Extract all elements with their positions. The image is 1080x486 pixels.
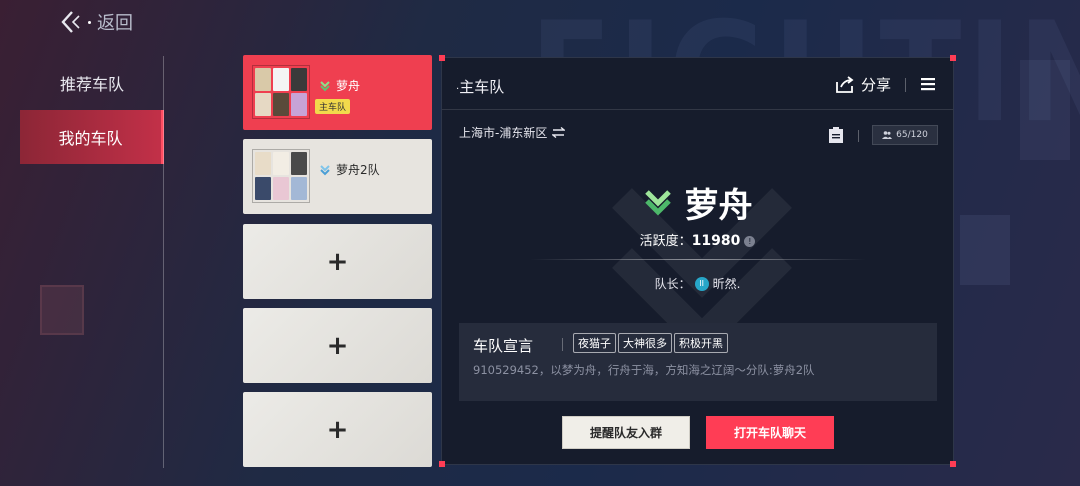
location-selector[interactable]: 上海市-浦东新区 [459, 124, 566, 141]
panel-title-text: 主车队 [459, 78, 505, 96]
corner-marker [439, 461, 445, 467]
team-declaration: 车队宣言 夜猫子 大神很多 积极开黑 910529452，以梦为舟，行舟于海，方… [459, 323, 937, 401]
avatar [255, 68, 271, 91]
tag-list: 夜猫子 大神很多 积极开黑 [573, 333, 728, 353]
team-detail-panel: ·主车队 分享 上海市-浦东新区 65/120 萝舟 活跃度：11980 ! 队… [439, 55, 956, 467]
sidebar-divider [163, 56, 164, 468]
team-slot-name: 萝舟2队 [319, 161, 380, 178]
panel-header: ·主车队 分享 [442, 58, 953, 110]
team-slot-secondary[interactable]: 萝舟2队 [243, 139, 432, 214]
share-icon [836, 75, 854, 93]
team-slot-label: 萝舟 [336, 79, 361, 93]
avatar [291, 93, 307, 116]
avatar [273, 93, 289, 116]
team-avatar-grid [252, 149, 310, 203]
back-label: 返回 [97, 13, 133, 34]
background-frame [1020, 60, 1070, 160]
activity-value: 11980 [691, 233, 741, 249]
declaration-separator [562, 338, 563, 351]
menu-icon[interactable] [921, 77, 935, 91]
corner-marker [950, 461, 956, 467]
back-arrow-icon [61, 11, 80, 33]
tag: 大神很多 [618, 333, 672, 353]
avatar [273, 68, 289, 91]
captain-name[interactable]: 昕然. [713, 275, 741, 292]
avatar [291, 152, 307, 175]
avatar [255, 177, 271, 200]
sidebar-nav: 推荐车队 我的车队 [20, 56, 164, 164]
header-separator [858, 130, 859, 142]
tag: 夜猫子 [573, 333, 616, 353]
team-slot-label: 萝舟2队 [336, 163, 380, 177]
nav-item-recommended[interactable]: 推荐车队 [20, 56, 164, 110]
add-team-slot[interactable]: + [243, 392, 432, 467]
member-count: 65/120 [896, 130, 928, 140]
avatar [291, 177, 307, 200]
background-frame [960, 215, 1010, 285]
swap-icon [552, 127, 566, 138]
avatar [273, 152, 289, 175]
open-team-chat-button[interactable]: 打开车队聊天 [706, 416, 834, 449]
info-icon[interactable]: ! [744, 236, 756, 247]
team-slot-main[interactable]: 萝舟 主车队 [243, 55, 432, 130]
back-button[interactable]: 返回 [58, 8, 133, 36]
rank-chevron-icon [644, 189, 671, 216]
activity-row: 活跃度：11980! [442, 230, 953, 249]
section-divider [530, 259, 866, 260]
add-team-slot[interactable]: + [243, 308, 432, 383]
clipboard-icon[interactable] [828, 126, 844, 144]
rank-chevron-icon [320, 164, 330, 175]
plus-icon: + [326, 330, 349, 361]
captain-avatar-icon: II [694, 276, 709, 291]
main-team-badge: 主车队 [315, 99, 351, 114]
member-count-badge[interactable]: 65/120 [872, 125, 938, 145]
captain-label: 队长： [654, 277, 691, 291]
panel-title: ·主车队 [456, 76, 504, 97]
rank-chevron-icon [320, 80, 330, 91]
share-label: 分享 [860, 76, 891, 94]
captain-row: 队长： II 昕然. [442, 275, 953, 292]
avatar [291, 68, 307, 91]
team-slot-name: 萝舟 [319, 77, 360, 94]
back-dot [88, 20, 91, 24]
team-name-row: 萝舟 [442, 178, 953, 227]
team-name: 萝舟 [684, 186, 753, 226]
location-text: 上海市-浦东新区 [459, 126, 548, 140]
nav-item-my-teams[interactable]: 我的车队 [20, 110, 164, 164]
add-team-slot[interactable]: + [243, 224, 432, 299]
activity-label: 活跃度： [639, 234, 692, 249]
plus-icon: + [326, 246, 349, 277]
team-avatar-grid [252, 65, 310, 119]
tag: 积极开黑 [674, 333, 728, 353]
avatar [273, 177, 289, 200]
members-icon [882, 131, 893, 139]
background-frame [40, 285, 84, 335]
declaration-title: 车队宣言 [473, 337, 534, 355]
avatar [255, 93, 271, 116]
avatar [255, 152, 271, 175]
header-separator [905, 78, 906, 92]
remind-teammates-button[interactable]: 提醒队友入群 [562, 416, 690, 449]
plus-icon: + [326, 414, 349, 445]
share-button[interactable]: 分享 [835, 74, 891, 95]
declaration-text: 910529452，以梦为舟，行舟于海，方知海之辽阔～分队:萝舟2队 [473, 363, 815, 377]
